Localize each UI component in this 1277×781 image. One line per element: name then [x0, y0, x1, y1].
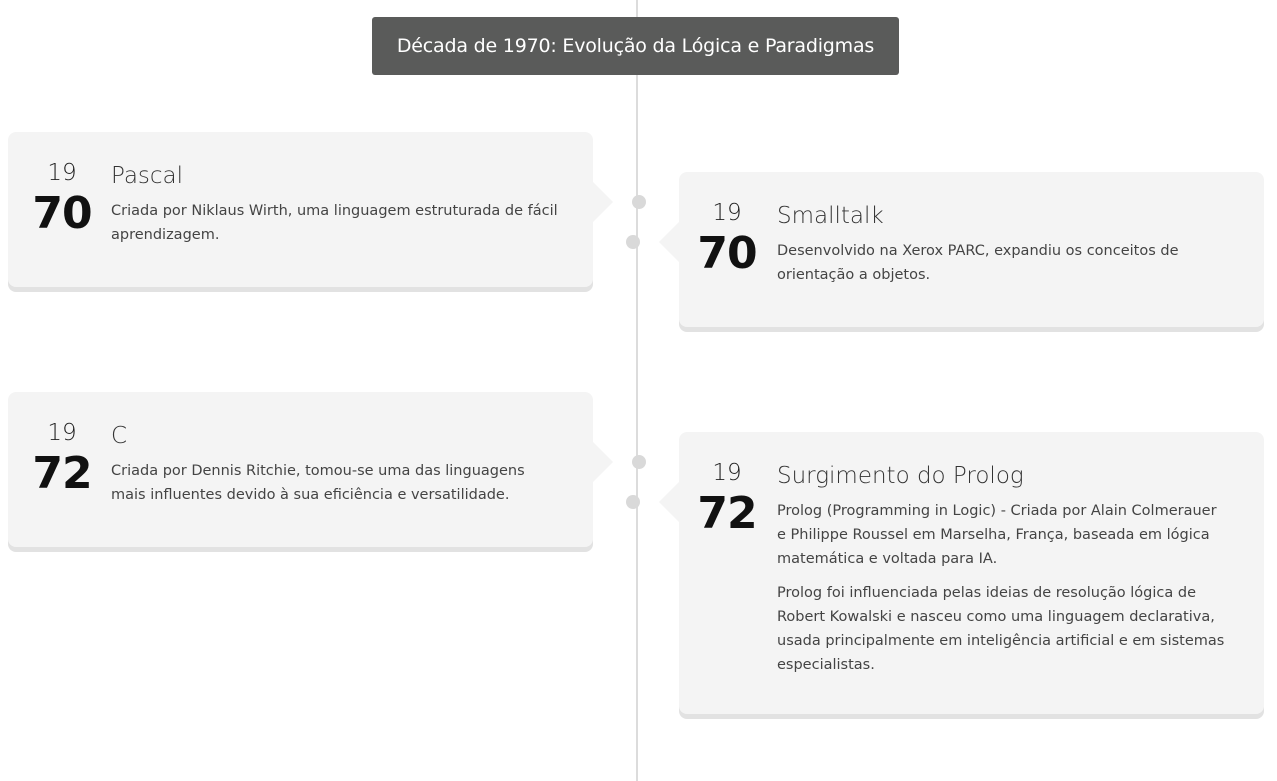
- event-title: C: [111, 423, 128, 449]
- event-title: Smalltalk: [777, 203, 884, 229]
- timeline-dot: [626, 495, 640, 509]
- timeline-event-pascal: 19 70 Pascal Criada por Niklaus Wirth, u…: [8, 132, 613, 287]
- year-century: 19: [712, 460, 742, 486]
- event-description: Prolog (Programming in Logic) - Criada p…: [777, 503, 1225, 673]
- timeline-event-prolog: 19 72 Surgimento do Prolog Prolog (Progr…: [659, 432, 1264, 714]
- event-description: Desenvolvido na Xerox PARC, expandiu os …: [777, 243, 1179, 283]
- year-decade: 72: [32, 448, 92, 499]
- timeline-event-c: 19 72 C Criada por Dennis Ritchie, tomou…: [8, 392, 613, 547]
- year-century: 19: [712, 200, 742, 226]
- timeline-page: Década de 1970: Evolução da Lógica e Par…: [0, 0, 1277, 781]
- event-title: Pascal: [111, 163, 184, 189]
- year-century: 19: [47, 160, 77, 186]
- event-description: Criada por Dennis Ritchie, tomou-se uma …: [111, 463, 525, 503]
- timeline-event-smalltalk: 19 70 Smalltalk Desenvolvido na Xerox PA…: [659, 172, 1264, 327]
- year-decade: 72: [697, 488, 757, 539]
- year-decade: 70: [32, 188, 92, 239]
- year-century: 19: [47, 420, 77, 446]
- timeline-axis: [636, 0, 638, 781]
- timeline-dot: [632, 455, 646, 469]
- year-decade: 70: [697, 228, 757, 279]
- decade-title: Década de 1970: Evolução da Lógica e Par…: [372, 17, 899, 75]
- event-description: Criada por Niklaus Wirth, uma linguagem …: [111, 203, 558, 243]
- timeline-dot: [632, 195, 646, 209]
- timeline-axis-continuation: [636, 762, 638, 781]
- timeline-dot: [626, 235, 640, 249]
- event-title: Surgimento do Prolog: [777, 463, 1024, 489]
